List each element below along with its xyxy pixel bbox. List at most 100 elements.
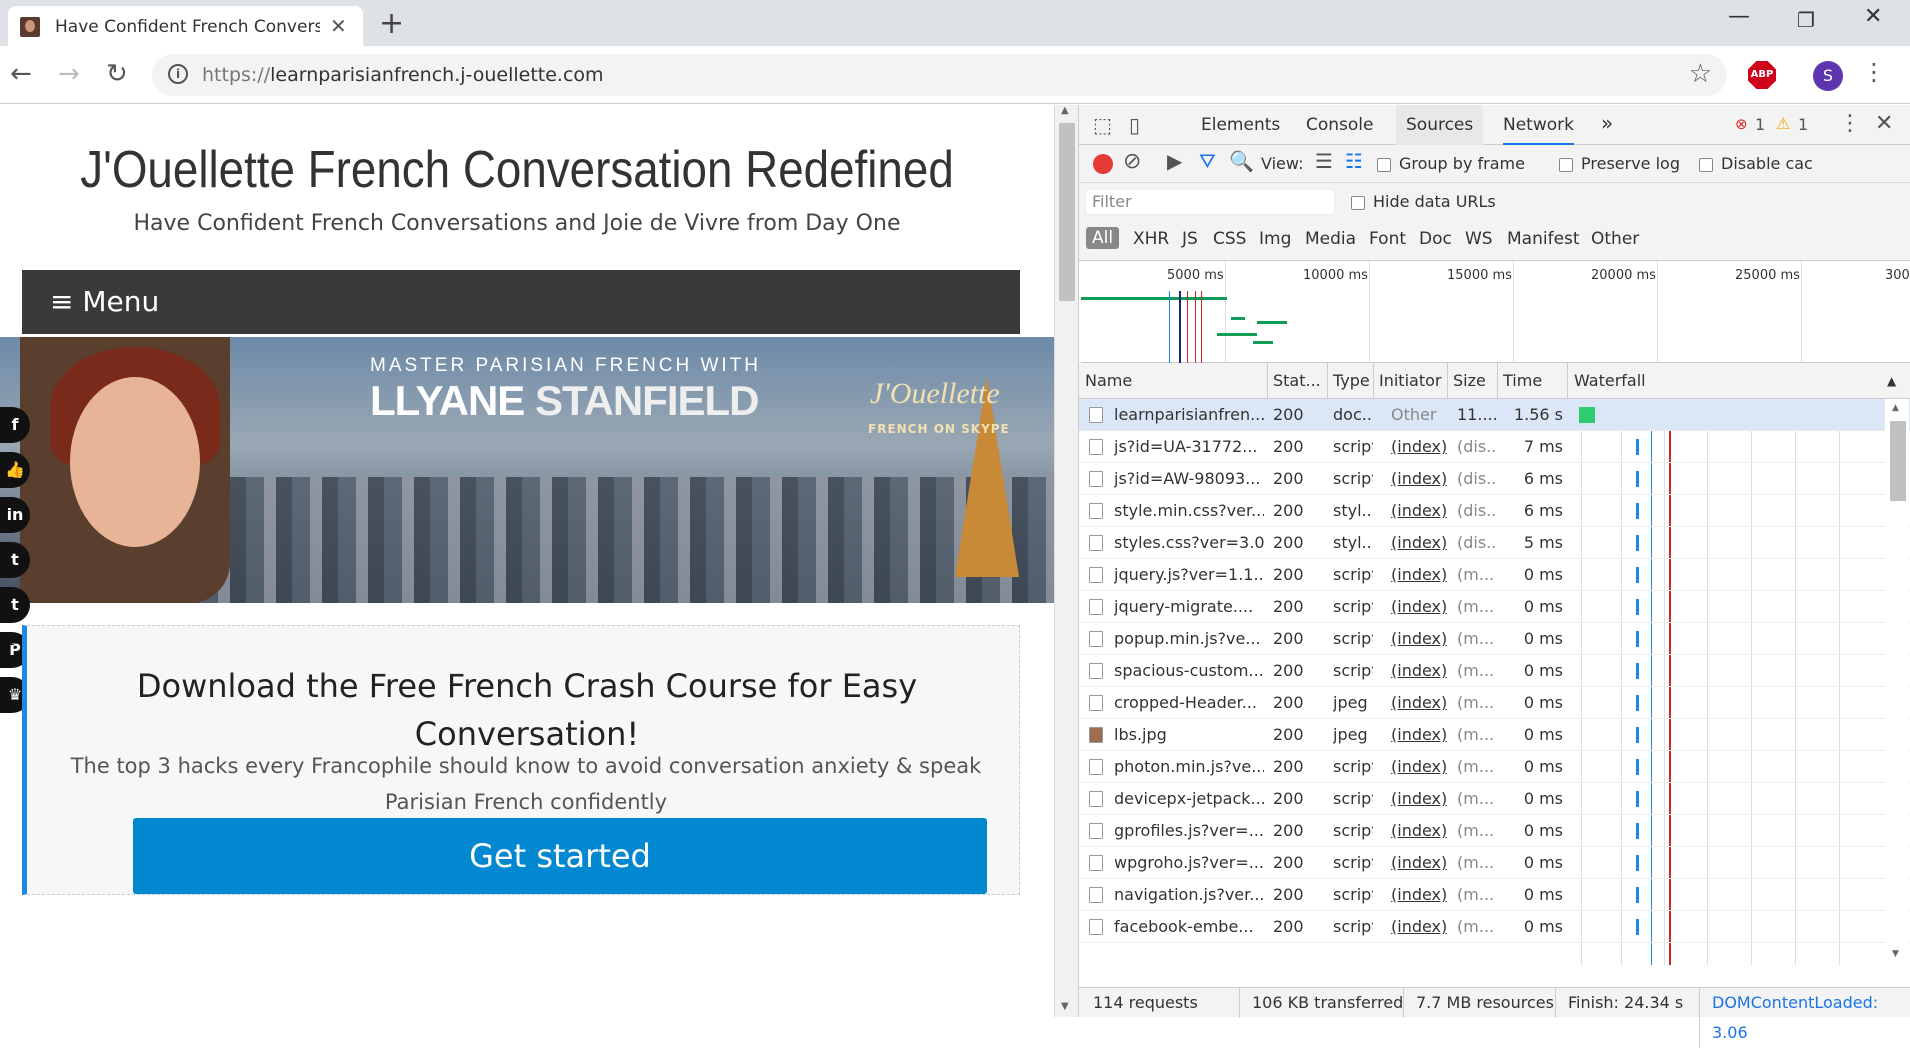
cell-initiator[interactable]: (index) [1391,495,1447,526]
request-list-scrollbar-thumb[interactable] [1890,421,1906,501]
minimize-icon[interactable]: — [1728,4,1750,29]
request-list-scrollbar[interactable]: ▲ ▼ [1885,399,1909,987]
devtools-close-icon[interactable]: ✕ [1875,111,1893,136]
window-close-icon[interactable]: ✕ [1864,4,1882,29]
cell-initiator[interactable]: (index) [1391,591,1447,622]
cell-initiator[interactable]: (index) [1391,431,1447,462]
restore-icon[interactable]: ❐ [1797,8,1815,32]
table-row[interactable]: style.min.css?ver... 200 styl... (index) (di… [1079,495,1910,527]
type-other[interactable]: Other [1591,229,1639,249]
site-title[interactable]: J'Ouellette French Conversation Redefine… [62,140,972,200]
cell-initiator[interactable]: (index) [1391,879,1447,910]
tab-elements[interactable]: Elements [1201,115,1280,135]
search-icon[interactable]: 🔍 [1229,149,1254,173]
table-row[interactable]: facebook-embe... 200 script (index) (m... 0 m… [1079,911,1910,943]
forward-icon[interactable]: → [58,59,80,89]
large-rows-icon[interactable]: ☰ [1315,149,1333,173]
type-ws[interactable]: WS [1465,229,1493,249]
twitter-icon[interactable]: t [0,542,30,578]
page-scrollbar[interactable]: ▲ ▼ [1054,105,1078,1017]
screenshot-icon[interactable]: ▶ [1167,149,1182,173]
type-all[interactable]: All [1086,227,1120,249]
table-row[interactable]: learnparisianfren... 200 doc... Other 11....… [1079,399,1910,431]
cell-initiator[interactable]: (index) [1391,463,1447,494]
table-row[interactable]: wpgroho.js?ver=... 200 script (index) (m... 0… [1079,847,1910,879]
type-media[interactable]: Media [1305,229,1356,249]
type-xhr[interactable]: XHR [1133,229,1169,249]
cell-initiator[interactable]: (index) [1391,719,1447,750]
table-row[interactable]: photon.min.js?ve... 200 script (index) (m...… [1079,751,1910,783]
cell-initiator[interactable]: (index) [1391,847,1447,878]
cell-initiator[interactable]: (index) [1391,687,1447,718]
table-row[interactable]: jquery.js?ver=1.1... 200 script (index) (m..… [1079,559,1910,591]
cell-initiator[interactable]: (index) [1391,527,1447,558]
table-row[interactable]: styles.css?ver=3.0 200 styl... (index) (dis.… [1079,527,1910,559]
type-doc[interactable]: Doc [1419,229,1452,249]
cell-initiator[interactable]: (index) [1391,783,1447,814]
col-name[interactable]: Name [1085,371,1132,390]
facebook-icon[interactable]: f [0,407,30,443]
col-waterfall[interactable]: Waterfall [1574,371,1646,390]
table-row[interactable]: jquery-migrate.... 200 script (index) (m... 0… [1079,591,1910,623]
preserve-log-checkbox[interactable]: Preserve log [1559,154,1680,173]
adblock-icon[interactable]: ABP [1748,61,1776,89]
table-row[interactable]: js?id=UA-31772... 200 script (index) (dis...… [1079,431,1910,463]
filter-icon[interactable]: ⛛ [1199,149,1216,173]
tab-network[interactable]: Network [1503,115,1574,145]
table-row[interactable]: navigation.js?ver... 200 script (index) (m..… [1079,879,1910,911]
reload-icon[interactable]: ↻ [106,59,128,89]
browser-tab[interactable]: Have Confident French Conversat ✕ [8,6,363,46]
omnibox[interactable]: i https://learnparisianfrench.j-ouellett… [152,54,1727,96]
type-font[interactable]: Font [1369,229,1406,249]
group-by-frame-checkbox[interactable]: Group by frame [1377,154,1525,173]
cell-initiator[interactable]: (index) [1391,911,1447,942]
col-type[interactable]: Type [1333,371,1370,390]
menu-toggle[interactable]: ≡ Menu [22,270,1020,334]
devtools-menu-icon[interactable]: ⋮ [1839,111,1861,136]
table-row[interactable]: gprofiles.js?ver=... 200 script (index) (m..… [1079,815,1910,847]
like-icon[interactable]: 👍 [0,452,30,488]
disable-cache-checkbox[interactable]: Disable cac [1699,154,1813,173]
new-tab-button[interactable]: + [379,6,404,41]
url-text[interactable]: https://learnparisianfrench.j-ouellette.… [202,64,604,86]
tab-console[interactable]: Console [1306,115,1374,135]
table-row[interactable]: devicepx-jetpack... 200 script (index) (m...… [1079,783,1910,815]
col-time[interactable]: Time [1503,371,1542,390]
table-row[interactable]: cropped-Header... 200 jpeg (index) (m... 0 ms [1079,687,1910,719]
col-status[interactable]: Stat... [1273,371,1321,390]
profile-avatar[interactable]: S [1813,61,1843,91]
type-manifest[interactable]: Manifest [1507,229,1580,249]
warning-count[interactable]: 1 [1798,115,1808,134]
browser-menu-icon[interactable]: ⋮ [1862,58,1886,86]
tab-close-icon[interactable]: ✕ [330,14,347,38]
table-row[interactable]: lbs.jpg 200 jpeg (index) (m... 0 ms [1079,719,1910,751]
table-row[interactable]: popup.min.js?ve... 200 script (index) (m... 0… [1079,623,1910,655]
table-row[interactable]: js?id=AW-98093... 200 script (index) (dis...… [1079,463,1910,495]
page-scrollbar-thumb[interactable] [1059,123,1075,301]
overview-icon[interactable]: ☷ [1345,149,1363,173]
warning-icon[interactable]: ⚠ [1776,114,1790,133]
clear-icon[interactable]: ⊘ [1123,149,1141,174]
col-size[interactable]: Size [1453,371,1486,390]
bookmark-star-icon[interactable]: ☆ [1689,59,1712,89]
timeline-overview[interactable]: 5000 ms 10000 ms 15000 ms 20000 ms 25000… [1081,261,1910,363]
tab-sources[interactable]: Sources [1396,105,1484,145]
inspect-icon[interactable]: ⬚ [1093,113,1112,137]
filter-input[interactable]: Filter [1085,189,1335,215]
error-count[interactable]: 1 [1755,115,1765,134]
more-tabs-icon[interactable]: » [1601,111,1613,135]
cell-initiator[interactable]: (index) [1391,623,1447,654]
tumblr-icon[interactable]: t [0,587,30,623]
type-js[interactable]: JS [1182,229,1198,249]
col-initiator[interactable]: Initiator [1379,371,1441,390]
get-started-button[interactable]: Get started [133,818,987,894]
table-row[interactable]: spacious-custom... 200 script (index) (m... 0… [1079,655,1910,687]
cell-initiator[interactable]: (index) [1391,559,1447,590]
sort-asc-icon[interactable]: ▲ [1887,374,1896,388]
type-css[interactable]: CSS [1213,229,1246,249]
record-icon[interactable] [1093,154,1113,174]
linkedin-icon[interactable]: in [0,497,30,533]
cell-initiator[interactable]: (index) [1391,655,1447,686]
site-info-icon[interactable]: i [168,64,188,84]
back-icon[interactable]: ← [10,59,32,89]
